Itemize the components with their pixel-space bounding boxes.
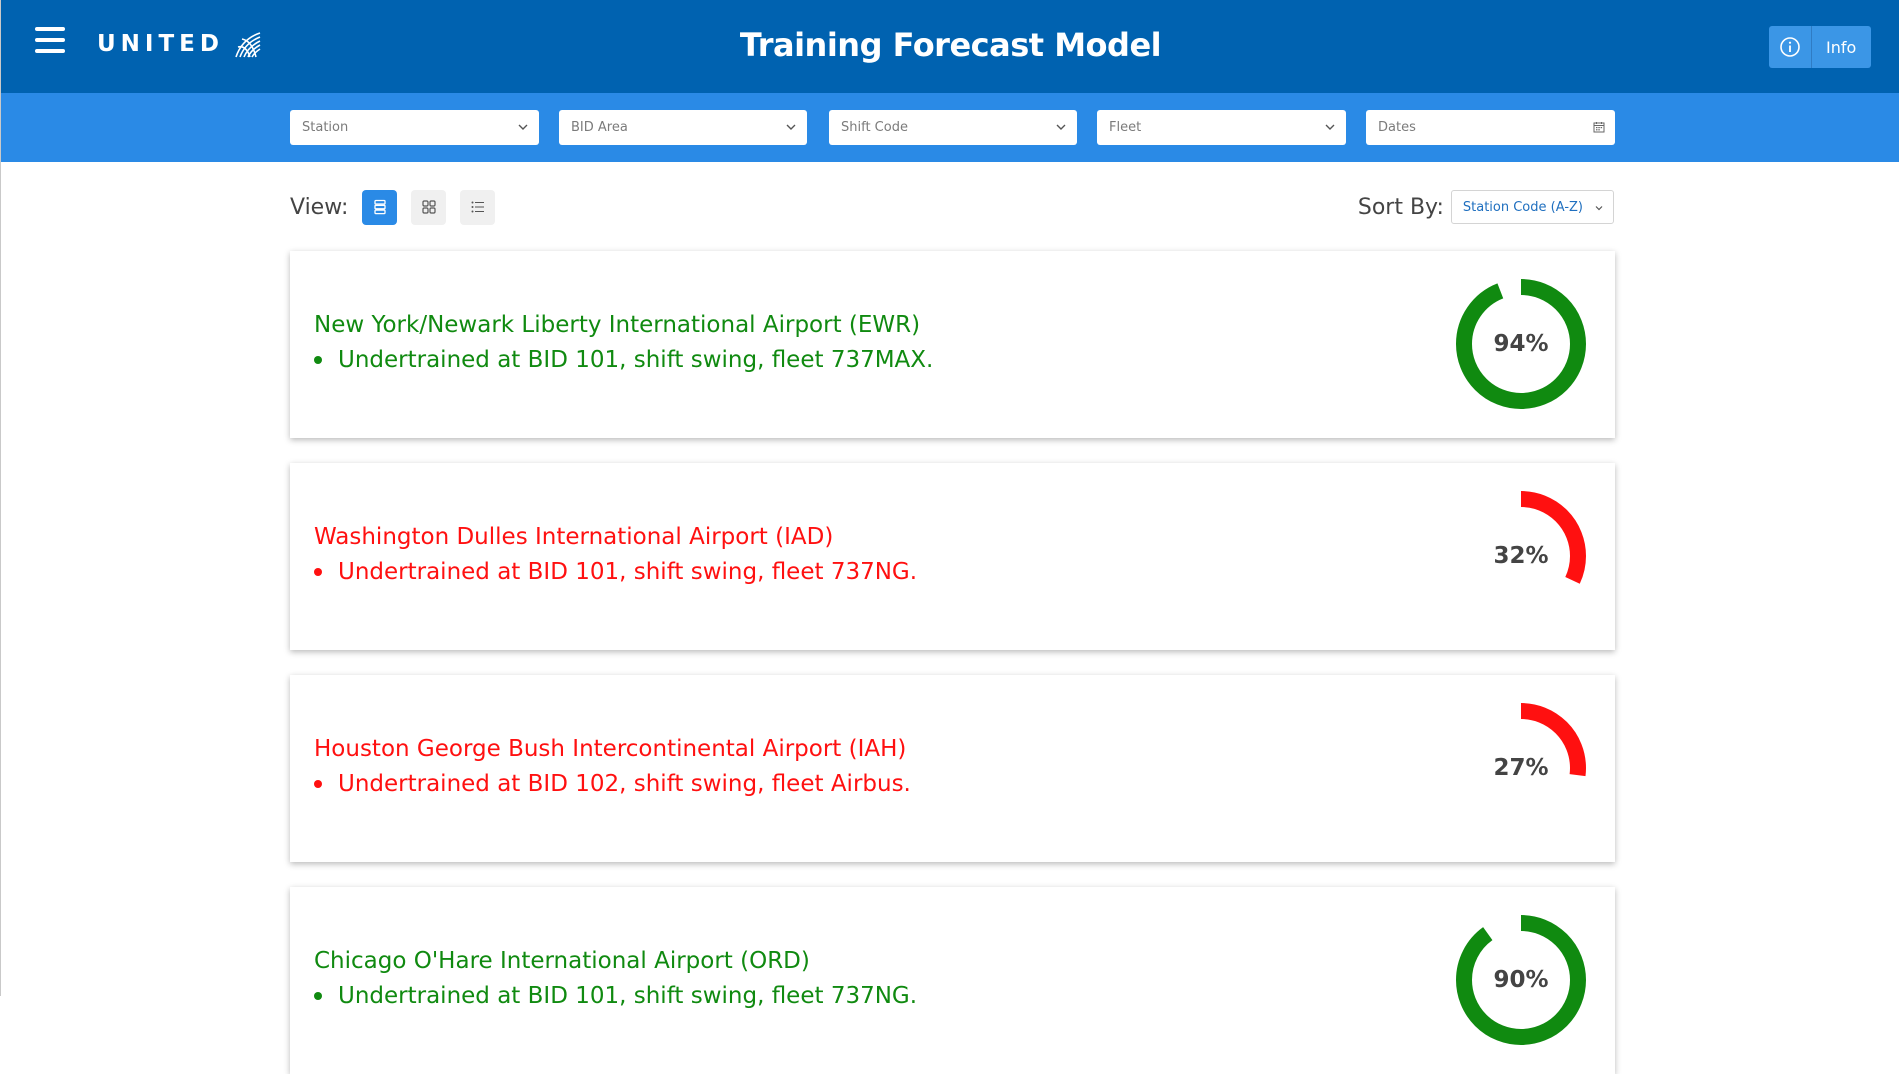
grid-view-icon[interactable] xyxy=(411,189,447,225)
issue-text: Undertrained at BID 101, shift swing, fl… xyxy=(338,347,934,373)
list-view-icon[interactable] xyxy=(362,189,398,225)
top-app-bar: UNITED Training Forecast Model Info xyxy=(1,0,1899,93)
bid-area-select-label: BID Area xyxy=(571,120,628,135)
list-item: Undertrained at BID 101, shift swing, fl… xyxy=(314,983,918,1009)
sort-select-value: Station Code (A-Z) xyxy=(1462,199,1583,215)
station-name: Washington Dulles International Airport … xyxy=(314,524,834,550)
info-button[interactable]: Info xyxy=(1769,26,1871,68)
percent-label: 94% xyxy=(1493,331,1549,357)
shift-code-select[interactable]: Shift Code xyxy=(829,110,1077,145)
view-label: View: xyxy=(290,194,349,220)
bullet-list-icon[interactable] xyxy=(460,189,496,225)
bullet-dot xyxy=(314,568,322,576)
view-switcher: View: xyxy=(290,188,509,226)
station-name: Houston George Bush Intercontinental Air… xyxy=(314,736,907,762)
issue-text: Undertrained at BID 101, shift swing, fl… xyxy=(338,983,918,1009)
sort-label: Sort By: xyxy=(1357,194,1444,220)
list-item: Undertrained at BID 102, shift swing, fl… xyxy=(314,771,911,797)
chevron-down-icon xyxy=(1325,124,1335,130)
list-item: Undertrained at BID 101, shift swing, fl… xyxy=(314,559,918,585)
station-select-label: Station xyxy=(302,120,349,135)
station-name: Chicago O'Hare International Airport (OR… xyxy=(314,948,810,974)
calendar-icon xyxy=(1593,122,1605,133)
chevron-down-icon xyxy=(786,124,796,130)
bullet-dot xyxy=(314,992,322,1000)
station-card[interactable]: New York/Newark Liberty International Ai… xyxy=(290,251,1615,438)
filter-bar: Station BID Area Shift Code Fleet Dates xyxy=(1,93,1899,162)
bullet-dot xyxy=(314,780,322,788)
sort-select[interactable]: Station Code (A-Z) xyxy=(1450,190,1614,224)
percent-label: 27% xyxy=(1493,755,1549,781)
station-card[interactable]: Chicago O'Hare International Airport (OR… xyxy=(290,887,1615,1074)
info-button-label: Info xyxy=(1826,37,1857,57)
list-item: Undertrained at BID 101, shift swing, fl… xyxy=(314,347,934,373)
bullet-dot xyxy=(314,356,322,364)
chevron-down-icon xyxy=(518,124,528,130)
station-name: New York/Newark Liberty International Ai… xyxy=(314,312,921,338)
chevron-down-icon xyxy=(1595,206,1603,211)
issue-text: Undertrained at BID 102, shift swing, fl… xyxy=(338,771,911,797)
chevron-down-icon xyxy=(1056,124,1066,130)
issue-text: Undertrained at BID 101, shift swing, fl… xyxy=(338,559,918,585)
station-select[interactable]: Station xyxy=(290,110,539,145)
dates-picker-label: Dates xyxy=(1378,120,1416,135)
shift-code-select-label: Shift Code xyxy=(841,120,908,135)
station-card[interactable]: Houston George Bush Intercontinental Air… xyxy=(290,675,1615,862)
fleet-select[interactable]: Fleet xyxy=(1097,110,1346,145)
page-title: Training Forecast Model xyxy=(739,26,1162,64)
percent-label: 32% xyxy=(1493,543,1549,569)
percent-label: 90% xyxy=(1493,967,1549,993)
dates-picker[interactable]: Dates xyxy=(1366,110,1615,145)
info-circle-icon xyxy=(1769,26,1812,68)
sort-control: Sort By: Station Code (A-Z) xyxy=(1358,190,1614,224)
bid-area-select[interactable]: BID Area xyxy=(559,110,807,145)
fleet-select-label: Fleet xyxy=(1109,120,1142,135)
station-card[interactable]: Washington Dulles International Airport … xyxy=(290,463,1615,650)
